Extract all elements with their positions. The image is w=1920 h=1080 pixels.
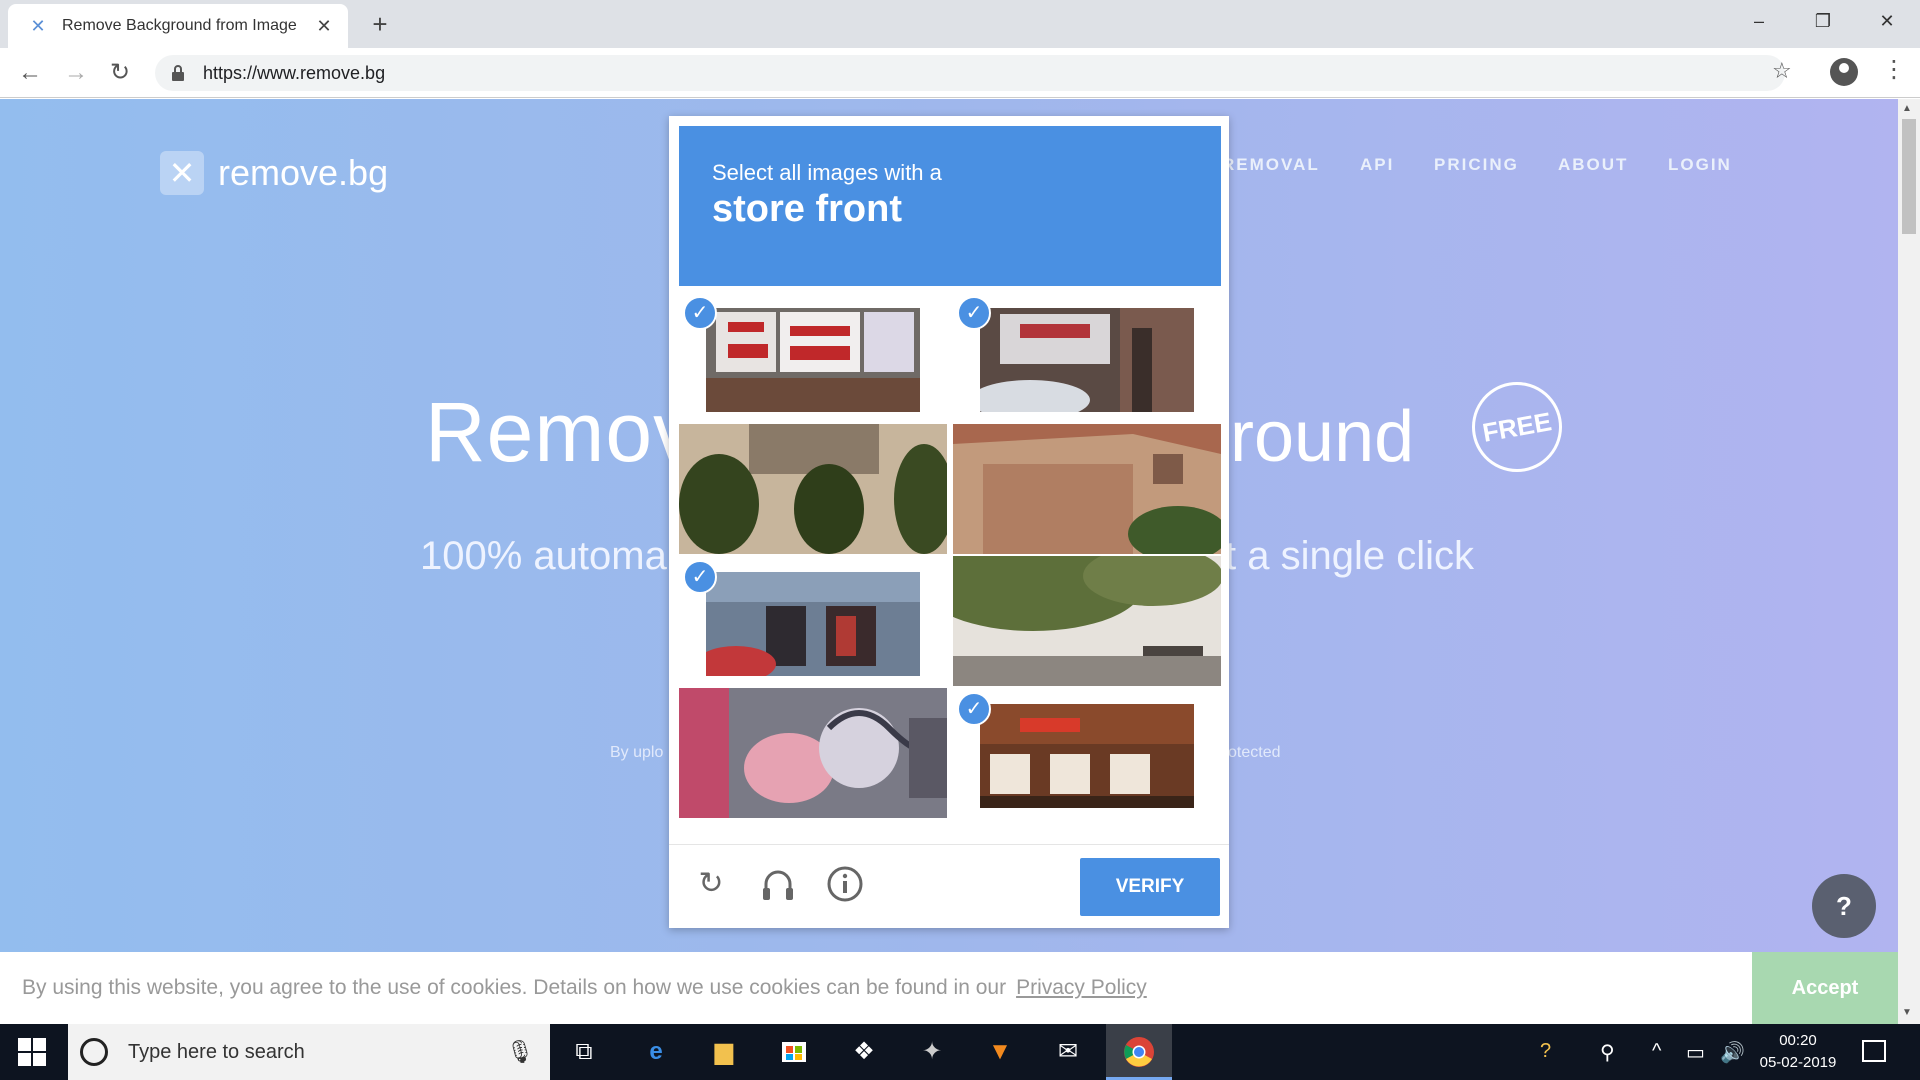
clock-date: 05-02-2019 — [1759, 1054, 1837, 1071]
checkmark-icon: ✓ — [683, 560, 717, 594]
captcha-header: Select all images with a store front — [679, 126, 1221, 286]
mail-icon[interactable]: ✉ — [1050, 1034, 1086, 1070]
chrome-icon — [1124, 1037, 1154, 1067]
refresh-icon[interactable]: ↻ — [691, 864, 731, 904]
nav-pricing[interactable]: PRICING — [1434, 155, 1519, 175]
hero-subtitle-end: t a single click — [1225, 534, 1474, 578]
storefront-shop-image — [980, 308, 1194, 412]
graffiti-wall-image — [679, 688, 947, 818]
taskbar-search-input[interactable]: Type here to search 🎙 — [68, 1024, 550, 1080]
hero-title-end: round — [1230, 397, 1415, 477]
page-scrollbar[interactable]: ▲ ▼ — [1898, 99, 1920, 1024]
info-icon[interactable] — [825, 864, 865, 904]
scroll-down-icon[interactable]: ▼ — [1902, 1007, 1912, 1018]
headphones-icon[interactable] — [758, 864, 798, 904]
building-wall-shrubs-image — [679, 424, 947, 554]
minimize-button[interactable]: – — [1736, 6, 1782, 36]
storefront-signs-image — [706, 308, 920, 412]
account-icon[interactable] — [1830, 58, 1858, 86]
tab-title: Remove Background from Image — [62, 17, 297, 34]
hero-title-start: Remov — [425, 385, 697, 479]
browser-toolbar: ← → ↻ https://www.remove.bg ☆ ⋮ — [0, 48, 1920, 98]
store-icon[interactable] — [776, 1034, 812, 1070]
privacy-policy-link[interactable]: Privacy Policy — [1016, 976, 1147, 1000]
tree-wall-image — [953, 556, 1221, 686]
captcha-divider — [669, 844, 1229, 845]
media-player-icon[interactable]: ✦ — [914, 1034, 950, 1070]
hero-subtitle-start: 100% automa — [420, 534, 667, 578]
captcha-tile[interactable]: ✓ — [953, 292, 1221, 422]
captcha-image-grid: ✓ ✓ ✓ ✓ — [679, 292, 1221, 820]
chevron-up-icon[interactable]: ^ — [1652, 1040, 1661, 1063]
logo-text: remove.bg — [218, 152, 389, 193]
accept-cookies-button[interactable]: Accept — [1752, 952, 1898, 1024]
cortana-icon — [80, 1038, 108, 1066]
nav-removal[interactable]: REMOVAL — [1222, 155, 1320, 175]
captcha-tile[interactable] — [679, 688, 947, 818]
browser-menu-icon[interactable]: ⋮ — [1882, 56, 1906, 84]
remove-bg-favicon-icon: ✕ — [30, 16, 46, 36]
verify-button[interactable]: VERIFY — [1080, 858, 1220, 916]
cookie-banner: By using this website, you agree to the … — [0, 952, 1898, 1024]
microphone-icon[interactable]: 🎙 — [506, 1039, 536, 1065]
lock-icon — [172, 65, 184, 81]
reload-icon[interactable]: ↻ — [106, 59, 134, 87]
captcha-tile[interactable] — [953, 556, 1221, 686]
captcha-tile[interactable]: ✓ — [953, 688, 1221, 818]
nav-api[interactable]: API — [1360, 155, 1394, 175]
free-badge: FREE — [1464, 374, 1570, 480]
restore-button[interactable]: ❐ — [1800, 6, 1846, 36]
dropbox-icon[interactable]: ❖ — [846, 1034, 882, 1070]
checkmark-icon: ✓ — [683, 296, 717, 330]
forward-arrow-icon[interactable]: → — [62, 59, 90, 87]
search-placeholder: Type here to search — [128, 1040, 305, 1063]
browser-tabstrip: ✕ Remove Background from Image ✕ + – ❐ ✕ — [0, 0, 1920, 48]
browser-tab[interactable]: ✕ Remove Background from Image ✕ — [8, 4, 348, 48]
captcha-tile[interactable]: ✓ — [679, 292, 947, 422]
windows-taskbar: Type here to search 🎙 ⧉ e ▆ ❖ ✦ ▼ ✉ ? ⚲ … — [0, 1024, 1920, 1080]
nav-login[interactable]: LOGIN — [1668, 155, 1732, 175]
captcha-tile[interactable] — [953, 424, 1221, 554]
site-logo[interactable]: ✕ remove.bg — [160, 151, 388, 195]
help-tray-icon[interactable]: ? — [1540, 1040, 1551, 1063]
url-text: https://www.remove.bg — [203, 62, 386, 83]
vlc-icon[interactable]: ▼ — [982, 1034, 1018, 1070]
battery-icon[interactable]: ▭ — [1686, 1040, 1705, 1065]
system-clock[interactable]: 00:20 05-02-2019 — [1756, 1030, 1840, 1074]
house-garage-image — [953, 424, 1221, 554]
task-view-icon[interactable]: ⧉ — [566, 1034, 602, 1070]
captcha-tile[interactable] — [679, 424, 947, 554]
back-arrow-icon[interactable]: ← — [16, 59, 44, 87]
cookie-text: By using this website, you agree to the … — [22, 976, 1007, 999]
checkmark-icon: ✓ — [957, 296, 991, 330]
restaurant-front-image — [980, 704, 1194, 808]
close-tab-icon[interactable]: ✕ — [312, 14, 336, 38]
bookmark-star-icon[interactable]: ☆ — [1772, 58, 1792, 84]
address-bar[interactable]: https://www.remove.bg — [155, 55, 1785, 91]
scroll-thumb[interactable] — [1902, 119, 1916, 234]
captcha-dialog: Select all images with a store front ✓ ✓… — [669, 116, 1229, 928]
captcha-prompt: Select all images with a — [712, 160, 942, 185]
notification-icon[interactable] — [1862, 1040, 1886, 1062]
scroll-up-icon[interactable]: ▲ — [1902, 103, 1912, 114]
new-tab-button[interactable]: + — [366, 10, 394, 38]
windows-start-icon[interactable] — [18, 1038, 46, 1066]
shop-row-image — [706, 572, 920, 676]
close-window-button[interactable]: ✕ — [1864, 6, 1910, 36]
remove-bg-logo-icon: ✕ — [160, 151, 204, 195]
chrome-taskbar-item[interactable] — [1106, 1024, 1172, 1080]
fine-print-start: By uplo — [610, 744, 664, 761]
volume-icon[interactable]: 🔊 — [1720, 1040, 1745, 1065]
clock-time: 00:20 — [1779, 1032, 1817, 1049]
file-explorer-icon[interactable]: ▆ — [706, 1034, 742, 1070]
captcha-tile[interactable]: ✓ — [679, 556, 947, 686]
checkmark-icon: ✓ — [957, 692, 991, 726]
nav-about[interactable]: ABOUT — [1558, 155, 1628, 175]
people-icon[interactable]: ⚲ — [1600, 1040, 1615, 1065]
help-button[interactable]: ? — [1812, 874, 1876, 938]
captcha-target: store front — [712, 188, 902, 230]
fine-print-end: otected — [1228, 744, 1281, 761]
edge-browser-icon[interactable]: e — [638, 1034, 674, 1070]
